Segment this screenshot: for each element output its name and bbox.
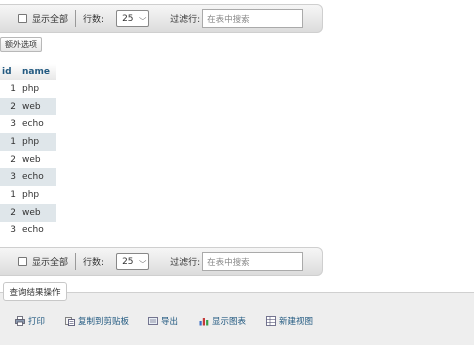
column-header-name[interactable]: name [20, 64, 56, 80]
create-view-link[interactable]: 新建视图 [266, 315, 313, 327]
table-row[interactable]: 3 echo [0, 221, 56, 240]
rows-label: 行数: [83, 258, 105, 268]
results-table: id name 1 php 2 web 3 echo 1 php 2 web 3… [0, 64, 56, 240]
show-all-label: 显示全部 [32, 258, 69, 268]
cell-id: 1 [0, 80, 20, 98]
rows-label: 行数: [83, 15, 105, 25]
filter-input[interactable]: 在表中搜索 [202, 252, 304, 271]
cell-id: 1 [0, 186, 20, 204]
cell-id: 2 [0, 150, 20, 169]
display-chart-label: 显示图表 [212, 317, 247, 327]
chevron-down-icon: ⌵ [138, 257, 147, 265]
query-operations-title: 查询结果操作 [3, 282, 67, 301]
chart-icon [199, 316, 209, 326]
create-view-label: 新建视图 [279, 317, 314, 327]
display-chart-link[interactable]: 显示图表 [199, 315, 246, 327]
view-icon [266, 316, 276, 326]
cell-name[interactable]: php [20, 80, 56, 98]
bottom-navigation-toolbar: 显示全部 行数: 25 ⌵ 过滤行: 在表中搜索 [0, 247, 323, 276]
table-row[interactable]: 1 php [0, 133, 56, 151]
table-row[interactable]: 1 php [0, 80, 56, 98]
cell-id: 3 [0, 115, 20, 134]
table-row[interactable]: 2 web [0, 97, 56, 116]
cell-name[interactable]: php [20, 186, 56, 204]
show-all-checkbox[interactable] [18, 257, 27, 266]
cell-id: 3 [0, 221, 20, 240]
export-icon [148, 316, 158, 326]
rows-select[interactable]: 25 ⌵ [116, 253, 150, 270]
cell-name[interactable]: echo [20, 221, 56, 240]
cell-name[interactable]: web [20, 150, 56, 169]
cell-id: 2 [0, 203, 20, 222]
copy-icon [65, 316, 75, 326]
top-navigation-toolbar: 显示全部 行数: 25 ⌵ 过滤行: 在表中搜索 [0, 4, 323, 33]
table-row[interactable]: 1 php [0, 186, 56, 204]
print-icon [15, 316, 25, 326]
rows-select[interactable]: 25 ⌵ [116, 10, 150, 27]
filter-placeholder: 在表中搜索 [207, 14, 250, 25]
extra-options-button[interactable]: 额外选项 [0, 37, 42, 52]
show-all-label: 显示全部 [32, 15, 69, 25]
export-label: 导出 [161, 317, 179, 327]
cell-id: 3 [0, 168, 20, 187]
chevron-down-icon: ⌵ [138, 14, 147, 22]
cell-name[interactable]: web [20, 203, 56, 222]
copy-to-clipboard-link[interactable]: 复制到剪贴板 [65, 315, 129, 327]
table-row[interactable]: 3 echo [0, 168, 56, 187]
cell-id: 2 [0, 97, 20, 116]
table-row[interactable]: 3 echo [0, 115, 56, 134]
filter-input[interactable]: 在表中搜索 [202, 9, 304, 28]
table-row[interactable]: 2 web [0, 150, 56, 169]
export-link[interactable]: 导出 [148, 315, 178, 327]
filter-placeholder: 在表中搜索 [207, 257, 250, 268]
filter-label: 过滤行: [170, 258, 201, 268]
column-header-id[interactable]: id [0, 64, 20, 80]
copy-to-clipboard-label: 复制到剪贴板 [78, 317, 130, 327]
cell-name[interactable]: php [20, 133, 56, 151]
cell-name[interactable]: echo [20, 115, 56, 134]
print-link[interactable]: 打印 [15, 315, 45, 327]
toolbar-divider [75, 253, 77, 270]
cell-name[interactable]: web [20, 97, 56, 116]
cell-id: 1 [0, 133, 20, 151]
cell-name[interactable]: echo [20, 168, 56, 187]
filter-label: 过滤行: [170, 15, 201, 25]
print-label: 打印 [28, 317, 46, 327]
table-row[interactable]: 2 web [0, 203, 56, 222]
rows-select-value: 25 [122, 13, 134, 24]
show-all-checkbox[interactable] [18, 14, 27, 23]
toolbar-divider [75, 10, 77, 27]
rows-select-value: 25 [122, 256, 134, 267]
